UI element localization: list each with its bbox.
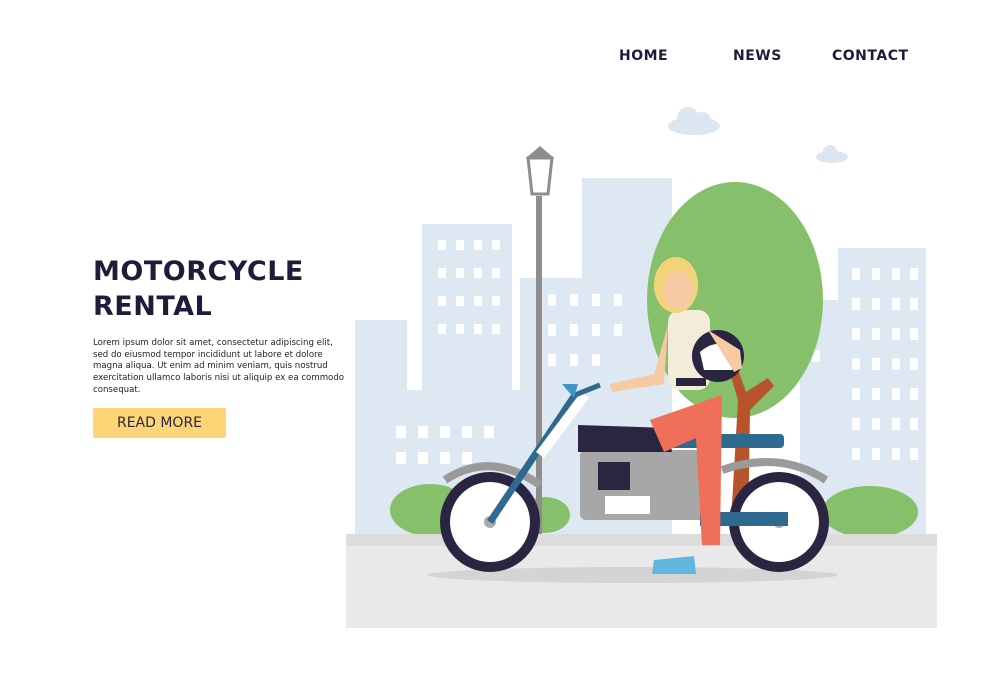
hero-description: Lorem ipsum dolor sit amet, consectetur … xyxy=(93,338,345,395)
main-nav: HOME NEWS CONTACT xyxy=(0,48,1000,68)
nav-news-link[interactable]: NEWS xyxy=(733,48,782,64)
cloud-icon xyxy=(816,145,848,163)
hero-title: MOTORCYCLE RENTAL xyxy=(93,256,304,322)
cloud-icon xyxy=(668,107,720,135)
read-more-button[interactable]: READ MORE xyxy=(93,408,226,438)
nav-home-link[interactable]: HOME xyxy=(619,48,668,64)
nav-contact-link[interactable]: CONTACT xyxy=(832,48,909,64)
hero-illustration xyxy=(346,107,937,628)
